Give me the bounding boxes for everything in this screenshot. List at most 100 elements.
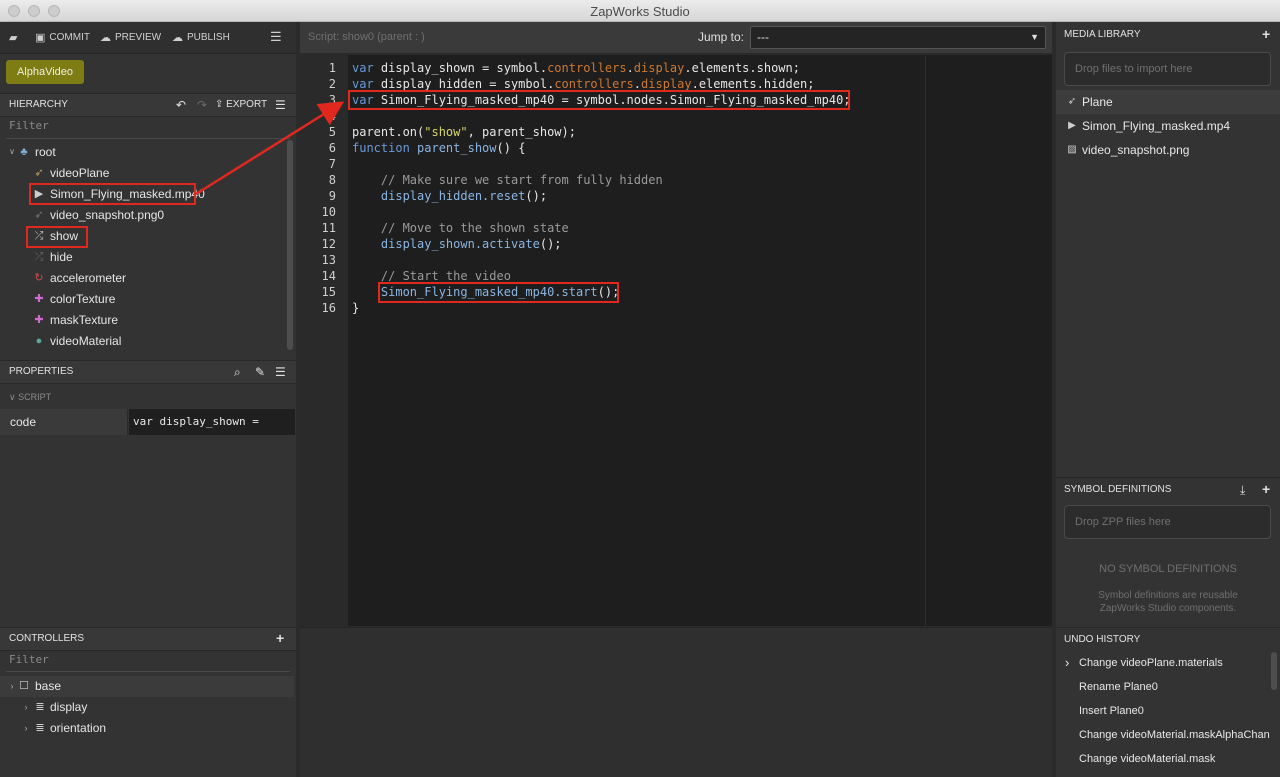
line-number: 7: [328, 157, 336, 171]
tree-item[interactable]: ✚ maskTexture: [0, 310, 288, 331]
undo-item[interactable]: › Change videoPlane.materials: [1056, 651, 1270, 675]
chevron-right-icon[interactable]: ›: [6, 680, 18, 692]
folder-icon: ▰: [9, 32, 18, 44]
pencil-icon[interactable]: ✎: [255, 361, 265, 383]
line-number: 12: [321, 237, 336, 251]
undo-item[interactable]: Rename Plane0: [1056, 675, 1270, 699]
symbol-definitions-header: SYMBOL DEFINITIONS ⤓ +: [1056, 477, 1280, 501]
tree-item[interactable]: ↻ accelerometer: [0, 268, 288, 289]
jump-to-select[interactable]: --- ▼: [750, 26, 1046, 49]
controller-item-orientation[interactable]: › ≣ orientation: [0, 718, 288, 739]
code-line[interactable]: // Start the video: [352, 269, 511, 283]
export-button[interactable]: ⇪ EXPORT: [215, 94, 267, 116]
chevron-right-icon[interactable]: ›: [20, 722, 32, 734]
code-line[interactable]: var display_shown = symbol.controllers.d…: [352, 61, 800, 75]
tree-item[interactable]: ➶ video_snapshot.png0: [0, 205, 288, 226]
code-line[interactable]: display_shown.activate();: [352, 237, 562, 251]
controller-item-base[interactable]: › ☐ base: [0, 676, 294, 697]
highlight-box: [29, 183, 196, 205]
preview-button[interactable]: ☁ PREVIEW: [100, 31, 161, 44]
refresh-icon: ↻: [34, 272, 44, 284]
media-item[interactable]: ➶ Plane: [1056, 90, 1280, 114]
code-line[interactable]: function parent_show() {: [352, 141, 525, 155]
tree-item[interactable]: ✚ colorTexture: [0, 289, 288, 310]
property-value-input[interactable]: var display_shown =: [129, 409, 295, 435]
search-icon[interactable]: ⌕: [234, 361, 241, 383]
undo-icon[interactable]: ↶: [176, 94, 186, 116]
code-line[interactable]: display_hidden.reset();: [352, 189, 547, 203]
highlight-box: [348, 90, 850, 110]
script-label: Script: show0 (parent : ): [308, 31, 425, 43]
empty-state-desc: ZapWorks Studio components.: [1099, 603, 1237, 614]
controller-item-display[interactable]: › ≣ display: [0, 697, 288, 718]
media-library-header: MEDIA LIBRARY +: [1056, 23, 1280, 47]
controllers-filter-input[interactable]: Filter: [9, 653, 49, 666]
code-editor[interactable]: 1 2 3 4 5 6 7 8 9 10 11 12 13 14 15 16 v…: [300, 55, 1052, 626]
commit-button[interactable]: ▣ COMMIT: [35, 31, 90, 44]
property-row-code: code var display_shown =: [0, 409, 296, 435]
chevron-down-icon[interactable]: ∨: [6, 146, 18, 158]
download-icon[interactable]: ⤓: [1240, 478, 1245, 502]
hierarchy-menu-icon[interactable]: ☰: [275, 94, 286, 116]
main-toolbar: ▰ ▣ COMMIT ☁ PREVIEW ☁ PUBLISH ☰: [0, 22, 296, 54]
properties-menu-icon[interactable]: ☰: [275, 361, 286, 383]
window-title: ZapWorks Studio: [590, 4, 690, 19]
right-panel: MEDIA LIBRARY + Drop files to import her…: [1056, 22, 1280, 777]
media-item[interactable]: ▶ Simon_Flying_masked.mp4: [1056, 114, 1280, 138]
media-dropzone[interactable]: Drop files to import here: [1064, 52, 1271, 86]
media-item[interactable]: ▨ video_snapshot.png: [1056, 138, 1280, 162]
rocket-icon: ➶: [34, 167, 44, 179]
tree-item[interactable]: ● videoMaterial: [0, 331, 288, 352]
line-number: 11: [321, 221, 336, 235]
checkbox-icon[interactable]: ☐: [18, 680, 30, 692]
add-symbol-button[interactable]: +: [1262, 477, 1270, 501]
upload-icon: ⇪: [215, 99, 224, 110]
hierarchy-scrollbar[interactable]: [287, 140, 293, 350]
cloud-upload-icon: ☁: [172, 32, 183, 44]
rocket-icon: ➶: [1067, 96, 1077, 107]
code-line[interactable]: }: [352, 301, 359, 315]
tree-item-root[interactable]: ∨ ♣ root: [0, 142, 288, 163]
code-line[interactable]: var display_hidden = symbol.controllers.…: [352, 77, 814, 91]
line-number: 3: [328, 93, 336, 107]
line-number: 10: [321, 205, 336, 219]
list-icon: ≣: [35, 722, 45, 734]
code-line[interactable]: // Move to the shown state: [352, 221, 569, 235]
empty-state-desc: Symbol definitions are reusable: [1098, 590, 1238, 601]
add-controller-button[interactable]: +: [276, 627, 284, 649]
open-folder-button[interactable]: ▰: [9, 31, 17, 44]
empty-state-title: NO SYMBOL DEFINITIONS: [1099, 563, 1237, 575]
symbol-button[interactable]: AlphaVideo: [6, 60, 84, 84]
undo-item[interactable]: Change videoMaterial.mask: [1056, 747, 1270, 771]
undo-scrollbar[interactable]: [1271, 652, 1277, 690]
menu-icon[interactable]: ☰: [270, 29, 282, 45]
divider: [6, 671, 290, 672]
line-number: 4: [328, 109, 336, 123]
line-number: 5: [328, 125, 336, 139]
line-number: 1: [328, 61, 336, 75]
chevron-right-icon[interactable]: ›: [20, 701, 32, 713]
highlight-box: [26, 226, 88, 248]
jump-to-label: Jump to:: [698, 30, 745, 44]
undo-item[interactable]: Change videoMaterial.maskAlphaChannel: [1056, 723, 1270, 747]
tree-item[interactable]: ➶ videoPlane: [0, 163, 288, 184]
chevron-right-icon: ›: [1065, 655, 1070, 670]
hierarchy-filter-input[interactable]: Filter: [9, 119, 49, 132]
symbol-dropzone[interactable]: Drop ZPP files here: [1064, 505, 1271, 539]
script-section-toggle[interactable]: ∨ SCRIPT: [9, 392, 51, 403]
add-media-button[interactable]: +: [1262, 22, 1270, 46]
list-icon: ≣: [35, 701, 45, 713]
code-line[interactable]: parent.on("show", parent_show);: [352, 125, 576, 139]
redo-icon[interactable]: ↷: [197, 94, 207, 116]
line-number: 2: [328, 77, 336, 91]
line-number: 13: [321, 253, 336, 267]
hierarchy-header: HIERARCHY ↶ ↷ ⇪ EXPORT ☰: [0, 93, 296, 117]
undo-item[interactable]: Insert Plane0: [1056, 699, 1270, 723]
code-line[interactable]: // Make sure we start from fully hidden: [352, 173, 663, 187]
tree-item[interactable]: ⤮ hide: [0, 247, 288, 268]
publish-button[interactable]: ☁ PUBLISH: [172, 31, 230, 44]
properties-header: PROPERTIES ⌕ ✎ ☰: [0, 360, 296, 384]
rocket-icon: ➶: [34, 209, 44, 221]
divider: [6, 138, 290, 139]
line-number: 15: [321, 285, 336, 299]
